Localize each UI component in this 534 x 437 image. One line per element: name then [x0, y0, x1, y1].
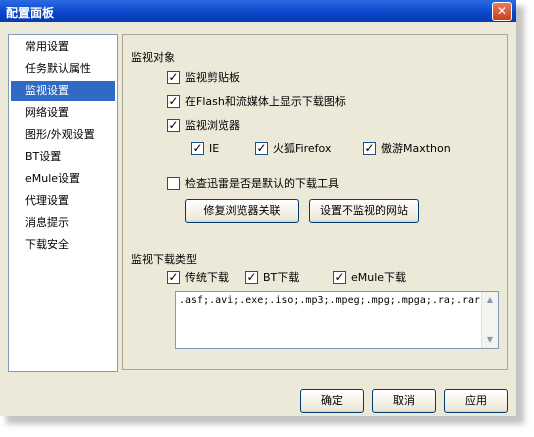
monitor-targets-title: 监视对象 [131, 51, 175, 64]
close-icon: ✕ [496, 4, 508, 18]
nav-item-monitor[interactable]: 监视设置 [11, 81, 115, 101]
nav-item-general[interactable]: 常用设置 [11, 37, 115, 57]
traditional-download-checkbox[interactable]: ✓ [167, 271, 180, 284]
flash-icon-checkbox[interactable]: ✓ [167, 95, 180, 108]
nav-item-network[interactable]: 网络设置 [11, 103, 115, 123]
nav-item-proxy[interactable]: 代理设置 [11, 191, 115, 211]
extensions-scrollbar[interactable]: ▲ ▼ [481, 292, 498, 348]
browser-label: 监视浏览器 [185, 119, 240, 132]
bt-download-checkbox[interactable]: ✓ [245, 271, 258, 284]
exclude-sites-button[interactable]: 设置不监视的网站 [309, 199, 419, 223]
extensions-text: .asf;.avi;.exe;.iso;.mp3;.mpeg;.mpg;.mpg… [179, 295, 480, 306]
close-button[interactable]: ✕ [492, 2, 512, 21]
extensions-textarea[interactable]: .asf;.avi;.exe;.iso;.mp3;.mpeg;.mpg;.mpg… [175, 291, 499, 349]
window-title: 配置面板 [6, 6, 55, 20]
download-types-title: 监视下载类型 [131, 253, 197, 266]
clipboard-checkbox[interactable]: ✓ [167, 71, 180, 84]
emule-download-checkbox[interactable]: ✓ [333, 271, 346, 284]
default-tool-checkbox[interactable] [167, 177, 180, 190]
scroll-up-icon[interactable]: ▲ [482, 292, 498, 308]
title-bar[interactable]: 配置面板 ✕ [0, 0, 516, 22]
maxthon-label: 傲游Maxthon [381, 142, 451, 155]
monitor-settings-panel: 监视对象 ✓ 监视剪贴板 ✓ 在Flash和流媒体上显示下载图标 ✓ 监视浏览器… [122, 34, 508, 370]
flash-icon-label: 在Flash和流媒体上显示下载图标 [185, 95, 346, 108]
config-dialog: 配置面板 ✕ 常用设置 任务默认属性 监视设置 网络设置 图形/外观设置 BT设… [0, 0, 516, 416]
default-tool-label: 检查迅雷是否是默认的下载工具 [185, 177, 339, 190]
ok-button[interactable]: 确定 [300, 389, 364, 413]
nav-item-emule[interactable]: eMule设置 [11, 169, 115, 189]
firefox-label: 火狐Firefox [273, 142, 332, 155]
maxthon-checkbox[interactable]: ✓ [363, 142, 376, 155]
nav-item-appearance[interactable]: 图形/外观设置 [11, 125, 115, 145]
browser-checkbox[interactable]: ✓ [167, 119, 180, 132]
nav-item-bt[interactable]: BT设置 [11, 147, 115, 167]
ie-label: IE [209, 142, 220, 155]
scroll-down-icon[interactable]: ▼ [482, 332, 498, 348]
cancel-button[interactable]: 取消 [372, 389, 436, 413]
firefox-checkbox[interactable]: ✓ [255, 142, 268, 155]
ie-checkbox[interactable]: ✓ [191, 142, 204, 155]
repair-browser-button[interactable]: 修复浏览器关联 [185, 199, 299, 223]
settings-nav: 常用设置 任务默认属性 监视设置 网络设置 图形/外观设置 BT设置 eMule… [8, 34, 118, 372]
apply-button[interactable]: 应用 [444, 389, 508, 413]
emule-download-label: eMule下载 [351, 271, 407, 284]
clipboard-label: 监视剪贴板 [185, 71, 240, 84]
nav-item-notifications[interactable]: 消息提示 [11, 213, 115, 233]
nav-item-download-security[interactable]: 下载安全 [11, 235, 115, 255]
traditional-download-label: 传统下载 [185, 271, 229, 284]
nav-item-task-defaults[interactable]: 任务默认属性 [11, 59, 115, 79]
bt-download-label: BT下载 [263, 271, 300, 284]
